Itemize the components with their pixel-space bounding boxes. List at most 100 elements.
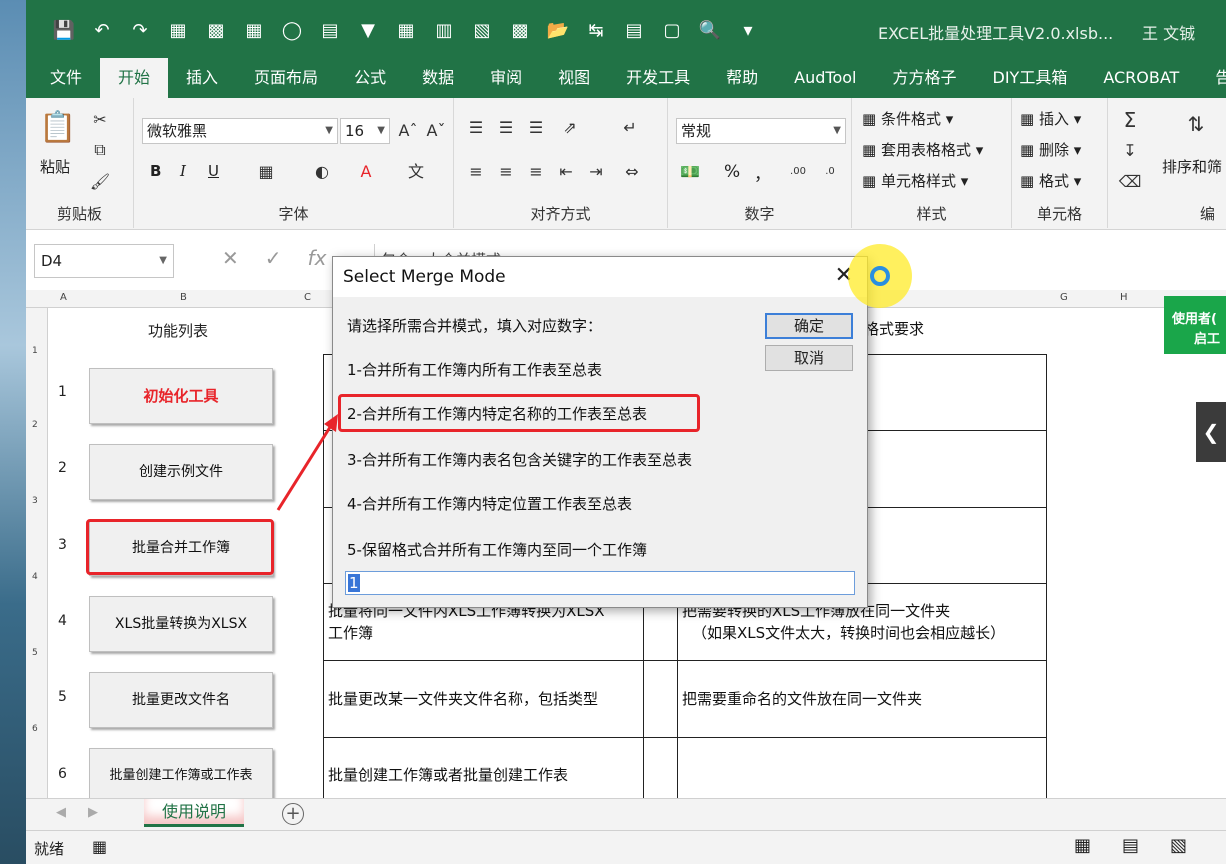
increase-decimal-icon[interactable]: .00: [786, 160, 810, 184]
orientation-icon[interactable]: ⇗: [558, 116, 582, 140]
desc-cell-xls-line2[interactable]: 工作簿: [328, 622, 373, 644]
macro-record-icon[interactable]: ▦: [92, 837, 107, 856]
scroll-right-icon[interactable]: ▶: [88, 805, 98, 820]
row-header-5[interactable]: 5: [32, 648, 38, 658]
add-sheet-icon[interactable]: +: [282, 803, 304, 825]
page-layout-view-icon[interactable]: ▤: [1122, 835, 1139, 856]
align-right-icon[interactable]: ≡: [524, 160, 548, 184]
cell-styles-button[interactable]: ▦ 单元格样式 ▾: [862, 170, 968, 191]
save-as-icon[interactable]: ▤: [622, 18, 646, 44]
tab-data[interactable]: 数据: [404, 58, 472, 98]
mode-number-input[interactable]: 1: [345, 571, 855, 595]
paste-icon[interactable]: 📋: [38, 108, 78, 148]
merge-center-icon[interactable]: ⇔: [620, 160, 644, 184]
number-format-combo[interactable]: 常规 ▼: [676, 118, 846, 144]
tab-view[interactable]: 视图: [540, 58, 608, 98]
decrease-indent-icon[interactable]: ⇤: [554, 160, 578, 184]
rename-files-button[interactable]: 批量更改文件名: [89, 672, 273, 728]
user-name[interactable]: 王 文铖: [1142, 20, 1195, 44]
format-cells-button[interactable]: ▦ 格式 ▾: [1020, 170, 1081, 191]
more-icon[interactable]: ▾: [736, 18, 760, 44]
export-icon[interactable]: ↹: [584, 18, 608, 44]
init-tool-button[interactable]: 初始化工具: [89, 368, 273, 424]
image-icon[interactable]: ▩: [204, 18, 228, 44]
grow-font-icon[interactable]: Aˆ: [396, 119, 420, 143]
tab-file[interactable]: 文件: [26, 58, 100, 98]
preview-icon[interactable]: 🔍: [698, 18, 722, 44]
delete-cells-button[interactable]: ▦ 删除 ▾: [1020, 139, 1081, 160]
sheet-tab-instructions[interactable]: 使用说明: [144, 799, 244, 827]
column-header-h[interactable]: H: [1120, 292, 1128, 303]
ok-button[interactable]: 确定: [765, 313, 853, 339]
freeze-icon[interactable]: ▩: [508, 18, 532, 44]
xls-to-xlsx-button[interactable]: XLS批量转换为XLSX: [89, 596, 273, 652]
print-icon[interactable]: ▤: [318, 18, 342, 44]
cancel-button[interactable]: 取消: [765, 345, 853, 371]
column-header-c[interactable]: C: [304, 292, 311, 303]
tab-home[interactable]: 开始: [100, 58, 169, 98]
bold-button[interactable]: B: [150, 162, 161, 180]
sort-filter-label[interactable]: 排序和筛: [1162, 156, 1222, 177]
undo-icon[interactable]: ↶: [90, 18, 114, 44]
column-header-g[interactable]: G: [1060, 292, 1068, 303]
column-header-a[interactable]: A: [60, 292, 67, 303]
border-icon[interactable]: ▦: [394, 18, 418, 44]
tab-acrobat[interactable]: ACROBAT: [1085, 58, 1197, 98]
percent-button[interactable]: %: [724, 162, 740, 182]
column-header-b[interactable]: B: [180, 292, 187, 303]
chevron-left-icon[interactable]: ❮: [1196, 402, 1226, 462]
grid-icon[interactable]: ▦: [242, 18, 266, 44]
tab-page-layout[interactable]: 页面布局: [236, 58, 336, 98]
currency-icon[interactable]: 💵: [678, 160, 702, 184]
phonetic-icon[interactable]: 文: [404, 160, 428, 184]
scroll-left-icon[interactable]: ◀: [56, 805, 66, 820]
row-header-3[interactable]: 3: [32, 496, 38, 506]
wrap-text-icon[interactable]: ↵: [618, 116, 642, 140]
row-header-2[interactable]: 2: [32, 420, 38, 430]
increase-indent-icon[interactable]: ⇥: [584, 160, 608, 184]
req-cell-rename[interactable]: 把需要重命名的文件放在同一文件夹: [682, 688, 922, 710]
tab-review[interactable]: 审阅: [472, 58, 540, 98]
redo-icon[interactable]: ↷: [128, 18, 152, 44]
folder-icon[interactable]: 📂: [546, 18, 570, 44]
tab-insert[interactable]: 插入: [168, 58, 236, 98]
comma-button[interactable]: ，: [754, 160, 771, 185]
req-cell-xls-line2[interactable]: （如果XLS文件太大，转换时间也会相应越长）: [692, 622, 1005, 644]
format-painter-icon[interactable]: 🖌: [88, 170, 112, 194]
function-icon[interactable]: fx: [308, 246, 327, 270]
fill-color-icon[interactable]: ◐: [310, 160, 334, 184]
save-icon[interactable]: 💾: [52, 18, 76, 44]
column-icon[interactable]: ▧: [470, 18, 494, 44]
insert-cells-button[interactable]: ▦ 插入 ▾: [1020, 108, 1081, 129]
conditional-format-button[interactable]: ▦ 条件格式 ▾: [862, 108, 953, 129]
page-break-view-icon[interactable]: ▧: [1170, 835, 1187, 856]
desc-cell-create[interactable]: 批量创建工作簿或者批量创建工作表: [328, 764, 568, 786]
filter-icon[interactable]: ▼: [356, 18, 380, 44]
circle-icon[interactable]: ◯: [280, 18, 304, 44]
font-name-combo[interactable]: 微软雅黑 ▼: [142, 118, 338, 144]
cut-icon[interactable]: ✂: [88, 108, 112, 132]
window-icon[interactable]: ▢: [660, 18, 684, 44]
align-bottom-icon[interactable]: ☰: [524, 116, 548, 140]
table-icon[interactable]: ▦: [166, 18, 190, 44]
align-left-icon[interactable]: ≡: [464, 160, 488, 184]
tab-developer[interactable]: 开发工具: [608, 58, 708, 98]
align-center-icon[interactable]: ≡: [494, 160, 518, 184]
row-header-6[interactable]: 6: [32, 724, 38, 734]
align-middle-icon[interactable]: ☰: [494, 116, 518, 140]
tab-formulas[interactable]: 公式: [336, 58, 404, 98]
tab-help[interactable]: 帮助: [708, 58, 776, 98]
tab-fangfang[interactable]: 方方格子: [874, 58, 974, 98]
underline-button[interactable]: U: [208, 162, 219, 180]
desc-cell-rename[interactable]: 批量更改某一文件夹文件名称，包括类型: [328, 688, 598, 710]
sort-filter-icon[interactable]: ⇅: [1184, 112, 1208, 136]
border-icon[interactable]: ▦: [254, 160, 278, 184]
clear-icon[interactable]: ⌫: [1118, 170, 1142, 194]
shrink-font-icon[interactable]: Aˇ: [424, 119, 448, 143]
italic-button[interactable]: I: [180, 162, 186, 180]
autosum-icon[interactable]: Σ: [1118, 108, 1142, 132]
copy-icon[interactable]: ⧉: [88, 138, 112, 162]
cancel-formula-icon[interactable]: ✕: [222, 246, 239, 270]
align-top-icon[interactable]: ☰: [464, 116, 488, 140]
paste-label[interactable]: 粘贴: [40, 156, 70, 177]
